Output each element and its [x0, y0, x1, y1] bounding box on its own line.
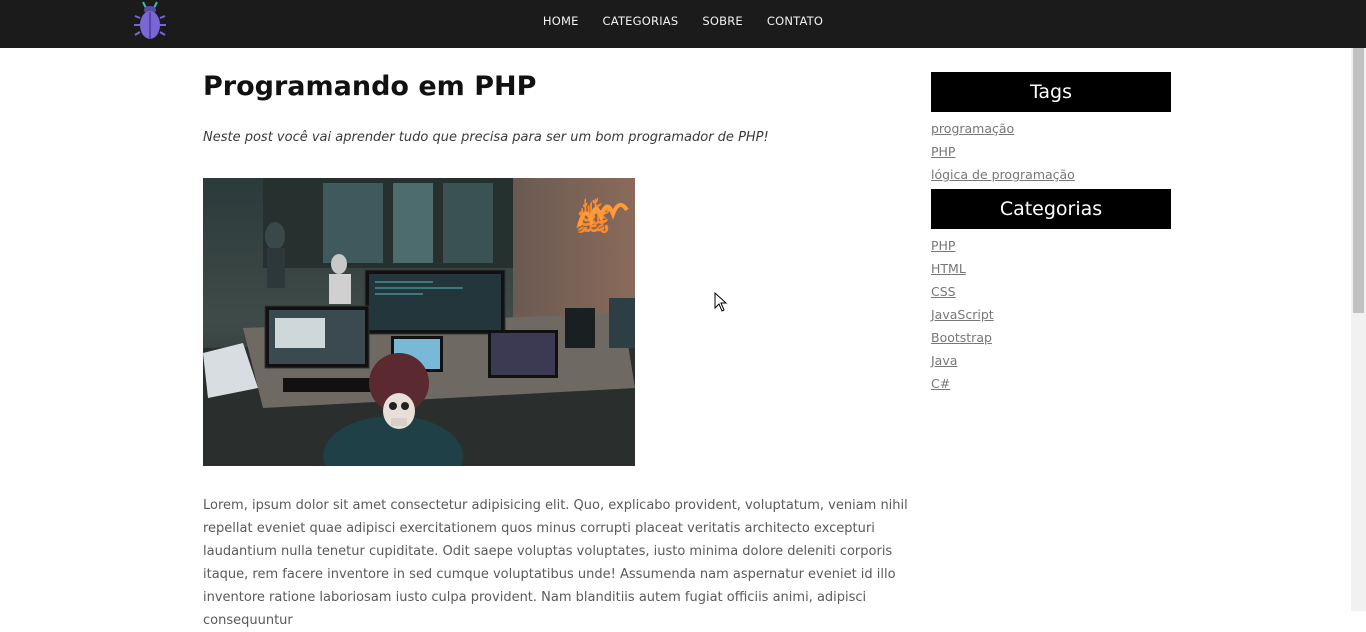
mouse-cursor-icon: [714, 292, 728, 312]
list-item: programação: [931, 116, 1171, 139]
nav-home[interactable]: HOME: [543, 14, 579, 28]
category-link-css[interactable]: CSS: [931, 284, 956, 299]
top-navbar: HOME CATEGORIAS SOBRE CONTATO: [0, 0, 1366, 48]
nav-contato[interactable]: CONTATO: [767, 14, 823, 28]
category-link-bootstrap[interactable]: Bootstrap: [931, 330, 992, 345]
page-scrollbar[interactable]: [1351, 48, 1366, 611]
post-image: ﷺ: [203, 178, 635, 466]
category-link-java[interactable]: Java: [931, 353, 957, 368]
scrollbar-thumb[interactable]: [1353, 48, 1364, 313]
list-item: JavaScript: [931, 302, 1171, 325]
tag-link-php[interactable]: PHP: [931, 144, 955, 159]
sidebar: Tags programação PHP lógica de programaç…: [931, 72, 1171, 398]
nav-sobre[interactable]: SOBRE: [702, 14, 743, 28]
post-body-text: Lorem, ipsum dolor sit amet consectetur …: [203, 498, 908, 628]
tags-list: programação PHP lógica de programação: [931, 112, 1171, 189]
tag-link-programacao[interactable]: programação: [931, 121, 1014, 136]
category-link-html[interactable]: HTML: [931, 261, 966, 276]
category-link-php[interactable]: PHP: [931, 238, 955, 253]
post-title: Programando em PHP: [203, 71, 537, 102]
category-link-javascript[interactable]: JavaScript: [931, 307, 994, 322]
tags-header: Tags: [931, 72, 1171, 112]
list-item: PHP: [931, 139, 1171, 162]
post-subtitle: Neste post você vai aprender tudo que pr…: [203, 130, 769, 145]
tag-link-logica[interactable]: lógica de programação: [931, 167, 1075, 182]
list-item: Bootstrap: [931, 325, 1171, 348]
nav-categorias[interactable]: CATEGORIAS: [603, 14, 679, 28]
categories-header: Categorias: [931, 189, 1171, 229]
categories-list: PHP HTML CSS JavaScript Bootstrap Java C…: [931, 229, 1171, 398]
main-nav: HOME CATEGORIAS SOBRE CONTATO: [0, 0, 1366, 42]
list-item: C#: [931, 371, 1171, 394]
hacker-desk-image: ﷺ: [203, 178, 635, 466]
list-item: HTML: [931, 256, 1171, 279]
list-item: lógica de programação: [931, 162, 1171, 185]
list-item: PHP: [931, 233, 1171, 256]
list-item: CSS: [931, 279, 1171, 302]
category-link-csharp[interactable]: C#: [931, 376, 950, 391]
list-item: Java: [931, 348, 1171, 371]
